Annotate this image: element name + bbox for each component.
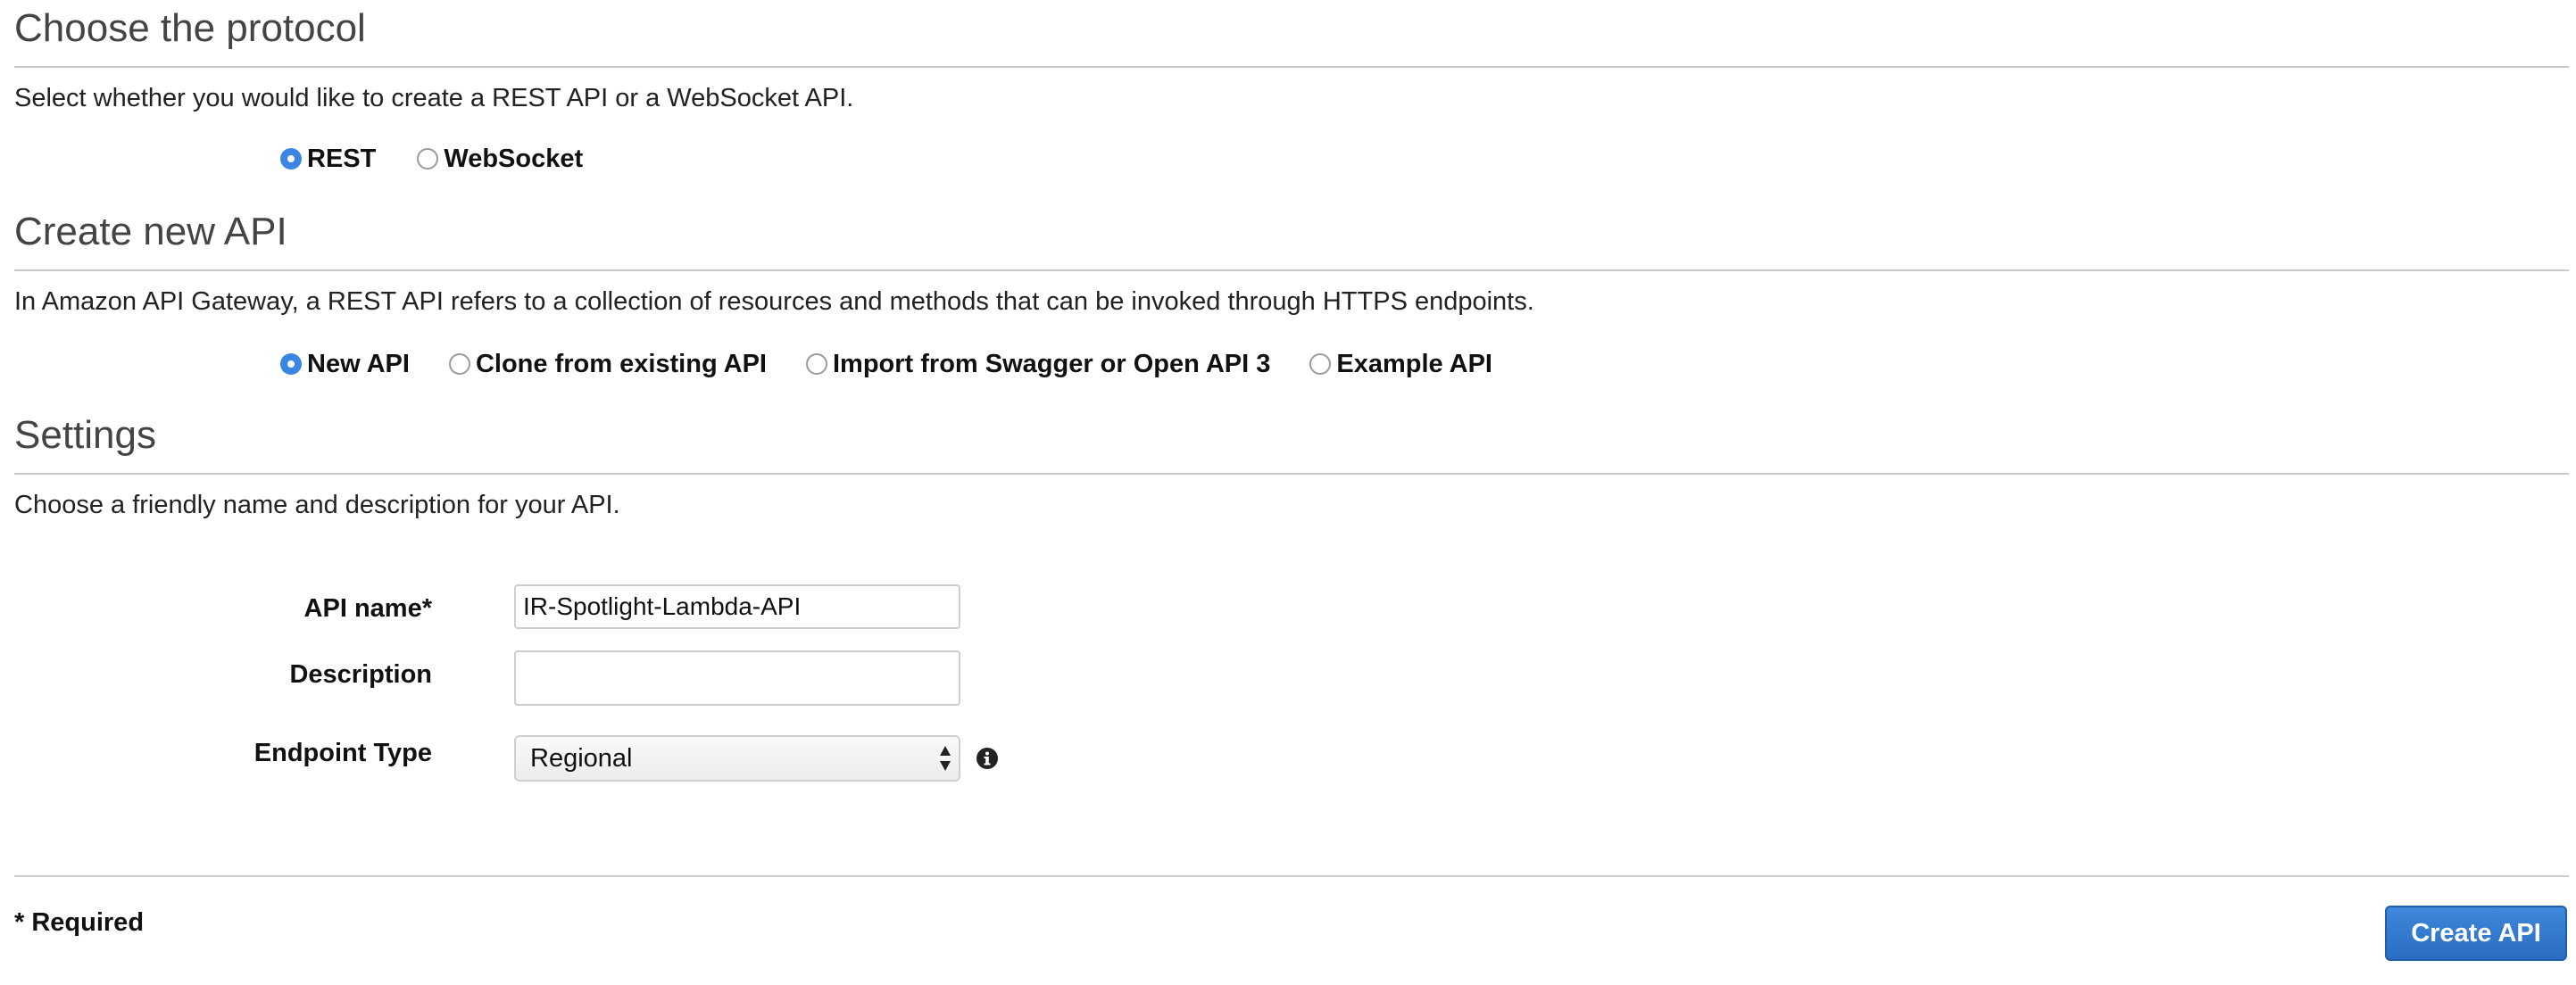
protocol-radio-group: REST WebSocket <box>280 143 583 175</box>
radio-option-websocket[interactable]: WebSocket <box>417 145 583 174</box>
settings-description: Choose a friendly name and description f… <box>14 491 620 519</box>
radio-option-clone-api[interactable]: Clone from existing API <box>448 349 767 379</box>
create-api-button[interactable]: Create API <box>2385 906 2567 961</box>
select-arrows-icon <box>940 746 951 771</box>
info-icon[interactable] <box>976 748 998 769</box>
footer-divider <box>14 875 2569 877</box>
api-name-input[interactable] <box>514 584 960 629</box>
radio-import-swagger[interactable] <box>805 353 827 375</box>
radio-label-import-swagger: Import from Swagger or Open API 3 <box>832 349 1271 378</box>
protocol-divider <box>14 66 2569 68</box>
required-note: * Required <box>14 908 145 937</box>
radio-label-websocket: WebSocket <box>444 144 584 173</box>
api-name-label: API name* <box>303 594 432 623</box>
description-label: Description <box>289 660 432 689</box>
settings-divider <box>14 473 2569 475</box>
create-api-description: In Amazon API Gateway, a REST API refers… <box>14 287 1534 316</box>
protocol-section-title: Choose the protocol <box>14 6 366 50</box>
radio-label-example-api: Example API <box>1336 349 1492 378</box>
radio-new-api[interactable] <box>280 353 302 375</box>
endpoint-type-value: Regional <box>530 743 633 773</box>
create-api-radio-group: New API Clone from existing API Import f… <box>280 348 1492 380</box>
radio-rest[interactable] <box>280 148 302 170</box>
radio-option-import-swagger[interactable]: Import from Swagger or Open API 3 <box>805 349 1271 379</box>
protocol-description: Select whether you would like to create … <box>14 84 854 112</box>
radio-option-example-api[interactable]: Example API <box>1309 350 1492 379</box>
settings-section-title: Settings <box>14 413 156 457</box>
create-api-divider <box>14 269 2569 271</box>
radio-example-api[interactable] <box>1309 353 1332 375</box>
endpoint-type-label: Endpoint Type <box>253 739 432 767</box>
radio-option-new-api[interactable]: New API <box>280 350 410 379</box>
endpoint-type-select[interactable]: Regional <box>514 735 960 782</box>
description-input[interactable] <box>514 650 960 706</box>
radio-label-rest: REST <box>307 144 377 173</box>
create-api-section-title: Create new API <box>14 210 287 253</box>
radio-label-new-api: New API <box>307 349 410 378</box>
radio-clone-api[interactable] <box>448 353 470 375</box>
radio-websocket[interactable] <box>417 148 439 170</box>
radio-option-rest[interactable]: REST <box>280 145 376 174</box>
radio-label-clone-api: Clone from existing API <box>475 349 767 378</box>
